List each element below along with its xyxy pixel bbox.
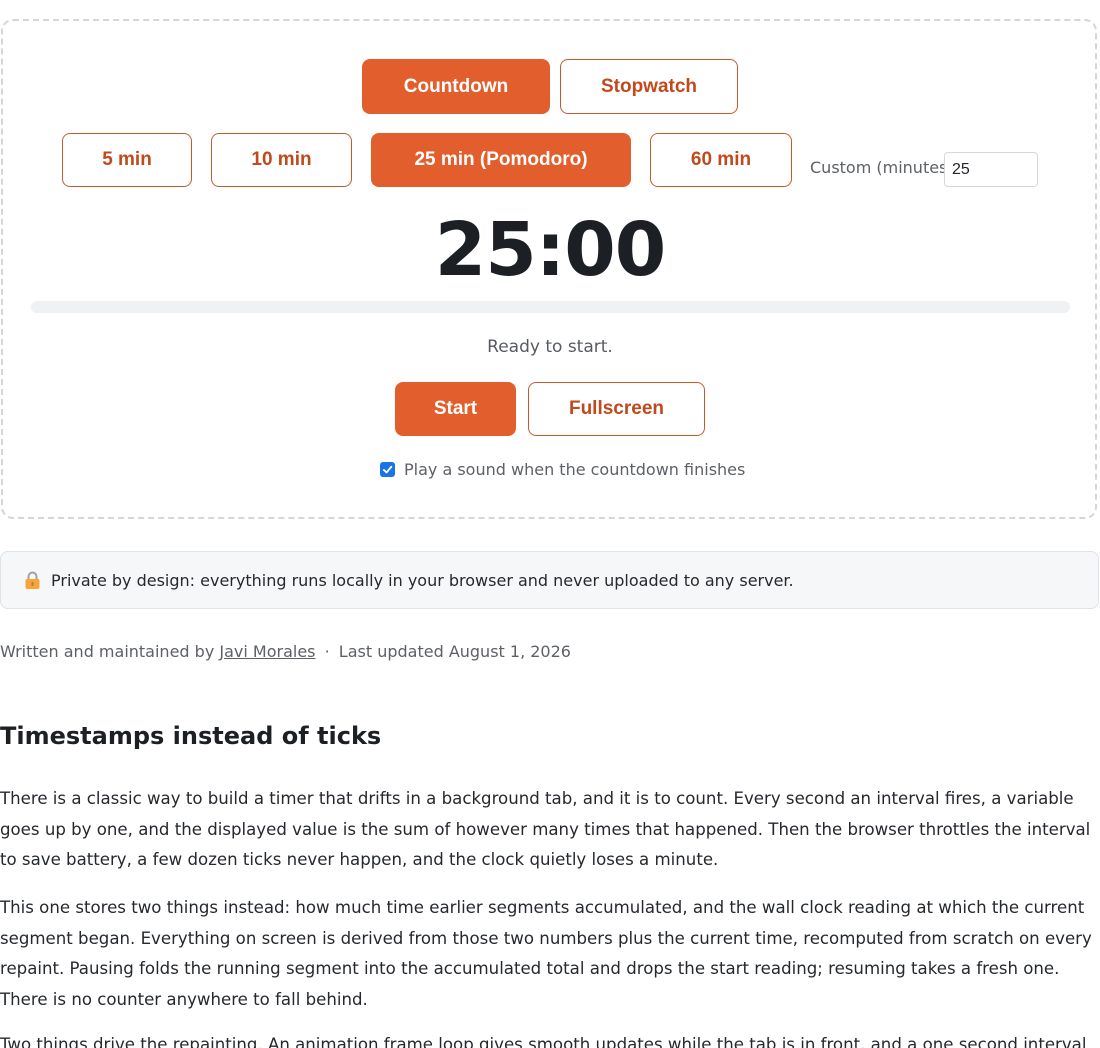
stopwatch-mode-button[interactable]: Stopwatch (560, 59, 738, 114)
status-text: Ready to start. (487, 337, 613, 357)
progress-bar (31, 301, 1070, 313)
article-paragraph: This one stores two things instead: how … (0, 898, 1092, 1009)
countdown-mode-button[interactable]: Countdown (362, 59, 550, 114)
fullscreen-button[interactable]: Fullscreen (528, 382, 705, 436)
sound-checkbox-label: Play a sound when the countdown finishes (404, 459, 746, 479)
preset-10-min-button[interactable]: 10 min (211, 133, 352, 187)
sound-checkbox[interactable] (380, 461, 395, 477)
custom-minutes-label: Custom (minutes) (810, 158, 954, 177)
byline: Written and maintained by Javi Morales ·… (0, 642, 571, 661)
byline-prefix: Written and maintained by (0, 642, 215, 661)
author-link[interactable]: Javi Morales (219, 642, 315, 661)
article-paragraph: Two things drive the repainting. An anim… (0, 1035, 1087, 1048)
custom-minutes-input[interactable] (944, 152, 1038, 187)
preset-5-min-button[interactable]: 5 min (62, 133, 192, 187)
article-paragraph: There is a classic way to build a timer … (0, 789, 1091, 869)
privacy-note: Private by design: everything runs local… (0, 551, 1099, 609)
start-button[interactable]: Start (395, 382, 516, 436)
preset-60-min-button[interactable]: 60 min (650, 133, 792, 187)
sound-option[interactable]: Play a sound when the countdown finishes (380, 458, 745, 480)
privacy-text: Private by design: everything runs local… (51, 570, 794, 590)
preset-25-min-button[interactable]: 25 min (Pomodoro) (371, 133, 631, 187)
check-icon (382, 465, 393, 473)
last-updated: Last updated August 1, 2026 (338, 642, 571, 661)
page: Countdown Stopwatch 5 min 10 min 25 min … (0, 0, 1100, 1048)
byline-separator: · (324, 642, 330, 661)
article-heading: Timestamps instead of ticks (0, 722, 382, 750)
timer-display: 25:00 (434, 207, 667, 293)
lock-icon (24, 571, 41, 590)
